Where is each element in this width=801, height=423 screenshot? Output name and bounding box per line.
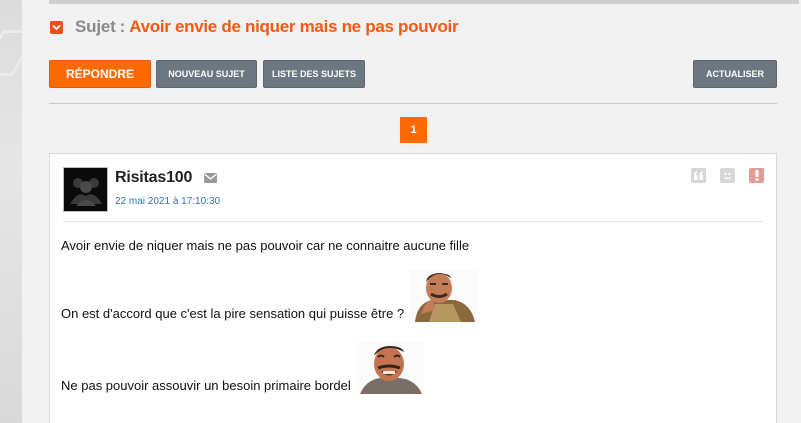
post-author: Risitas100 bbox=[115, 169, 218, 187]
author-name[interactable]: Risitas100 bbox=[115, 169, 192, 187]
toolbar-divider bbox=[49, 103, 777, 104]
forum-post: Risitas100 22 mai 2021 à 17:10:30 Avoir … bbox=[49, 153, 777, 423]
quote-icon[interactable] bbox=[691, 168, 706, 183]
post-date[interactable]: 22 mai 2021 à 17:10:30 bbox=[115, 196, 220, 207]
risitas-sticker-image bbox=[409, 270, 478, 322]
avatar-placeholder-icon bbox=[69, 177, 102, 206]
topic-subject: Sujet : Avoir envie de niquer mais ne pa… bbox=[50, 17, 459, 37]
topic-title: Avoir envie de niquer mais ne pas pouvoi… bbox=[129, 17, 459, 36]
post-text-line: On est d'accord que c'est la pire sensat… bbox=[61, 306, 405, 321]
post-text-line-with-sticker: Ne pas pouvoir assouvir un besoin primai… bbox=[61, 342, 424, 394]
chevron-down-icon[interactable] bbox=[50, 20, 63, 34]
subject-prefix: Sujet bbox=[75, 17, 116, 36]
background-decoration bbox=[0, 0, 22, 423]
top-border bbox=[49, 0, 799, 4]
refresh-button[interactable]: Actualiser bbox=[693, 60, 777, 88]
avatar[interactable] bbox=[63, 167, 108, 212]
post-text-line-with-sticker: On est d'accord que c'est la pire sensat… bbox=[61, 270, 478, 322]
envelope-icon[interactable] bbox=[204, 173, 218, 183]
exclamation-icon[interactable] bbox=[749, 168, 764, 183]
neutral-face-icon[interactable] bbox=[720, 168, 735, 183]
new-topic-button[interactable]: Nouveau sujet bbox=[156, 60, 257, 88]
topic-list-button[interactable]: Liste des sujets bbox=[263, 60, 365, 88]
post-text-line: Ne pas pouvoir assouvir un besoin primai… bbox=[61, 378, 351, 393]
reply-button[interactable]: Répondre bbox=[49, 60, 151, 88]
post-actions bbox=[691, 168, 764, 183]
risitas-laughing-sticker-image bbox=[355, 342, 424, 394]
post-text-line: Avoir envie de niquer mais ne pas pouvoi… bbox=[61, 238, 470, 253]
post-header-divider bbox=[63, 221, 763, 222]
forum-topic-view: Sujet : Avoir envie de niquer mais ne pa… bbox=[22, 0, 801, 423]
page-number-current[interactable]: 1 bbox=[400, 117, 427, 143]
subject-colon: : bbox=[119, 17, 126, 36]
